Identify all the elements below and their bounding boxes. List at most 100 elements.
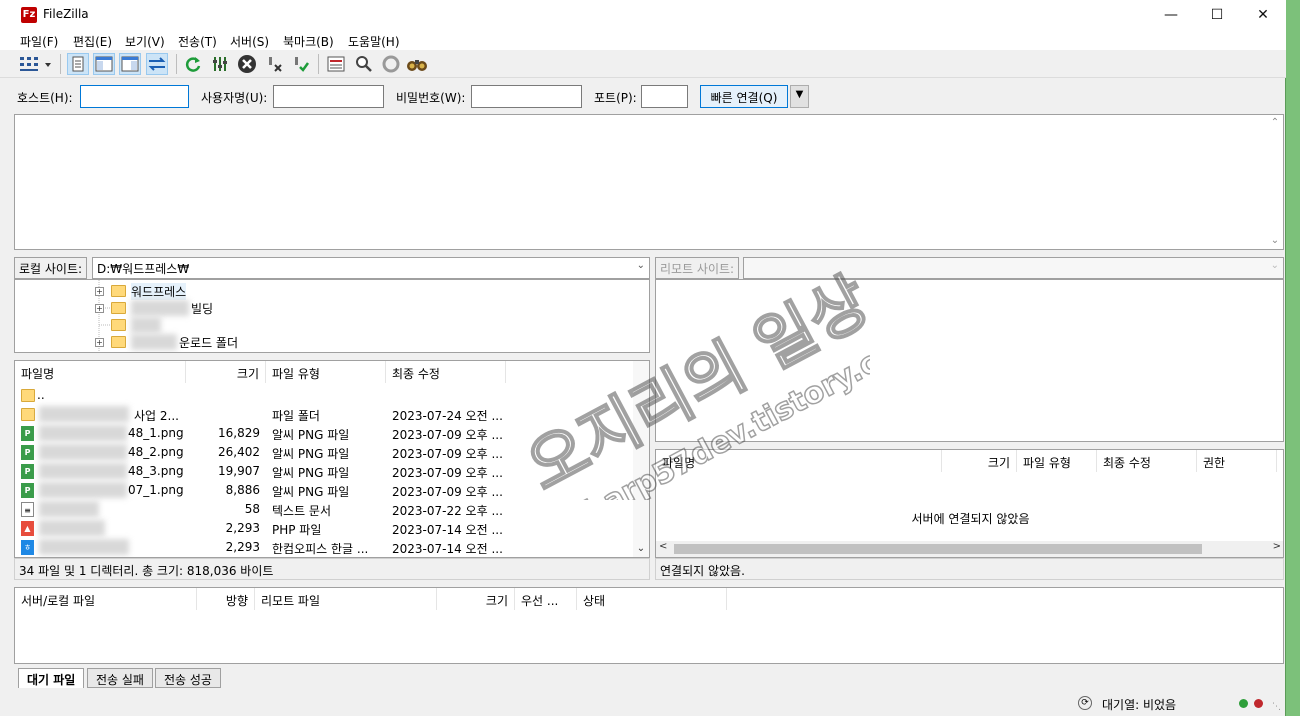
close-button[interactable]: ✕ [1240,0,1286,31]
search-icon[interactable] [406,53,428,75]
quickconnect-button[interactable]: 빠른 연결(Q) [700,85,788,108]
password-input[interactable] [471,85,582,108]
file-size: 2,293 [225,540,260,554]
transfer-queue[interactable]: 서버/로컬 파일 방향 리모트 파일 크기 우선 ... 상태 [14,587,1284,664]
host-input[interactable] [80,85,189,108]
message-log[interactable]: ⌃ ⌄ [14,114,1284,250]
port-input[interactable] [641,85,688,108]
sync-browse-icon[interactable] [380,53,402,75]
hwp-file-icon: ㅎ [21,540,34,555]
column-header-permissions[interactable]: 권한 [1197,450,1277,472]
file-row[interactable]: P 48_3.png 19,907 알씨 PNG 파일 2023-07-09 오… [15,462,649,481]
cancel-icon[interactable] [236,53,258,75]
file-name: 48_2.png [128,445,184,459]
remote-tree-toggle-icon[interactable] [119,53,141,75]
tab-queued-files[interactable]: 대기 파일 [18,668,85,688]
not-connected-message: 서버에 연결되지 않았음 [911,512,1030,526]
tree-expander-icon[interactable]: + [95,287,104,296]
redacted-area [131,334,177,350]
scroll-left-icon[interactable]: < [659,541,667,552]
scroll-up-icon[interactable]: ⌃ [1267,115,1283,131]
file-row[interactable]: P 07_1.png 8,886 알씨 PNG 파일 2023-07-09 오후… [15,481,649,500]
column-header-direction[interactable]: 방향 [197,588,255,610]
menu-edit[interactable]: 편집(E) [73,33,112,50]
disconnect-icon[interactable] [264,53,286,75]
file-row[interactable]: ≡ 58 텍스트 문서 2023-07-22 오후 ... [15,500,649,519]
scroll-down-icon[interactable]: ⌄ [633,541,649,557]
column-header-remote-file[interactable]: 리모트 파일 [255,588,437,610]
column-header-type[interactable]: 파일 유형 [266,361,386,383]
tree-expander-icon[interactable]: + [95,338,104,347]
remote-horizontal-scrollbar[interactable]: < > [656,541,1283,557]
local-tree-toggle-icon[interactable] [93,53,115,75]
file-row[interactable]: P 48_2.png 26,402 알씨 PNG 파일 2023-07-09 오… [15,443,649,462]
menu-transfer[interactable]: 전송(T) [178,33,217,50]
column-header-type[interactable]: 파일 유형 [1017,450,1097,472]
tree-expander-icon[interactable]: + [95,304,104,313]
tab-successful-transfers[interactable]: 전송 성공 [155,668,221,688]
menu-bookmarks[interactable]: 북마크(B) [283,33,334,50]
png-file-icon: P [21,464,34,479]
redacted-area [131,300,189,316]
text-file-icon: ≡ [21,502,34,517]
tab-failed-transfers[interactable]: 전송 실패 [87,668,153,688]
maximize-button[interactable]: ☐ [1194,0,1240,31]
scroll-down-icon[interactable]: ⌄ [1267,233,1283,249]
php-file-icon: ▲ [21,521,34,536]
column-header-status[interactable]: 상태 [577,588,727,610]
local-site-label: 로컬 사이트: [14,257,88,279]
column-header-size[interactable]: 크기 [437,588,515,610]
message-log-toggle-icon[interactable] [67,53,89,75]
column-header-size[interactable]: 크기 [942,450,1017,472]
speed-limit-icon[interactable]: ⟳ [1078,696,1092,710]
file-row[interactable]: 사업 2... 파일 폴더 2023-07-24 오전 ... [15,405,649,424]
redacted-area [39,406,129,422]
menu-help[interactable]: 도움말(H) [348,33,400,50]
chevron-down-icon: ⌄ [636,260,645,271]
file-size: 58 [244,502,260,516]
column-header-priority[interactable]: 우선 ... [515,588,577,610]
menu-file[interactable]: 파일(F) [20,33,58,50]
column-header-modified[interactable]: 최종 수정 [1097,450,1197,472]
menu-view[interactable]: 보기(V) [125,33,165,50]
file-type: PHP 파일 [272,523,322,537]
png-file-icon: P [21,426,34,441]
column-header-size[interactable]: 크기 [186,361,266,383]
scroll-right-icon[interactable]: > [1273,541,1281,552]
local-file-list-scrollbar[interactable]: ⌄ [633,361,649,557]
local-file-list[interactable]: 파일명 ⌃ 크기 파일 유형 최종 수정 .. 사업 2... 파일 폴더 20… [14,360,650,558]
quickconnect-dropdown-icon[interactable]: ▼ [790,85,809,108]
username-input[interactable] [273,85,384,108]
folder-icon [111,334,126,348]
minimize-button[interactable]: — [1148,0,1194,31]
column-header-server-local-file[interactable]: 서버/로컬 파일 [15,588,197,610]
host-label: 호스트(H): [17,91,73,105]
scroll-thumb[interactable] [674,544,1202,554]
column-header-modified[interactable]: 최종 수정 [386,361,506,383]
local-path-combo[interactable]: D:₩워드프레스₩ ⌄ [92,257,650,279]
remote-tree[interactable] [655,279,1284,442]
compare-icon[interactable] [353,53,375,75]
file-row[interactable]: P 48_1.png 16,829 알씨 PNG 파일 2023-07-09 오… [15,424,649,443]
process-queue-icon[interactable] [209,53,231,75]
file-row[interactable]: ▲ 2,293 PHP 파일 2023-07-14 오전 ... [15,519,649,538]
menu-server[interactable]: 서버(S) [230,33,269,50]
file-size: 16,829 [218,426,260,440]
filter-icon[interactable] [325,53,347,75]
tree-node-label: 빌딩 [191,302,214,316]
refresh-icon[interactable] [182,53,204,75]
led-red-icon [1254,699,1263,708]
message-log-scrollbar[interactable]: ⌃ ⌄ [1267,115,1283,249]
remote-path-combo[interactable]: ⌄ [743,257,1284,279]
file-type: 알씨 PNG 파일 [272,447,350,461]
reconnect-icon[interactable] [290,53,312,75]
redacted-area [39,482,127,498]
sort-ascending-icon: ⌃ [795,449,803,456]
local-tree[interactable]: + 워드프레스 + 빌딩 + 운로드 폴더 [14,279,650,353]
site-manager-icon[interactable] [18,53,54,75]
file-row[interactable]: .. [15,386,649,405]
file-row[interactable]: ㅎ 2,293 한컴오피스 한글 ... 2023-07-14 오전 ... [15,538,649,557]
queue-toggle-icon[interactable] [146,53,168,75]
folder-icon [111,283,126,297]
remote-file-list[interactable]: 파일명 ⌃ 크기 파일 유형 최종 수정 권한 서버에 연결되지 않았음 < > [655,449,1284,558]
